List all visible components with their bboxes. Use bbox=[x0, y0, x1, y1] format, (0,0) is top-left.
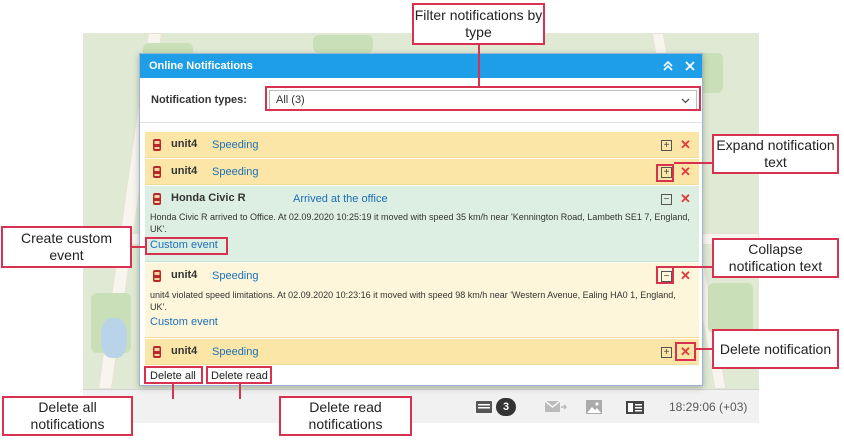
car-icon bbox=[153, 270, 161, 282]
connector-filter bbox=[478, 44, 480, 87]
notification-row[interactable]: unit4 Speeding + ✕ bbox=[145, 159, 699, 185]
callout-delete: Delete notification bbox=[712, 329, 839, 369]
highlight-expand bbox=[656, 164, 674, 182]
expand-icon[interactable]: + bbox=[661, 347, 672, 358]
messages-icon[interactable] bbox=[545, 390, 567, 424]
notifications-icon bbox=[476, 401, 492, 413]
highlight-custom-event bbox=[145, 237, 228, 255]
car-icon bbox=[153, 346, 161, 358]
callout-collapse: Collapse notification text bbox=[712, 238, 839, 278]
expand-icon[interactable]: + bbox=[661, 140, 672, 151]
window-title: Online Notifications bbox=[149, 60, 253, 72]
highlight-delete bbox=[675, 342, 696, 361]
image-icon[interactable] bbox=[586, 390, 602, 424]
notification-unit: unit4 bbox=[171, 269, 198, 281]
callout-custom: Create custom event bbox=[1, 226, 132, 268]
notification-type: Speeding bbox=[212, 139, 259, 151]
notification-unit: unit4 bbox=[171, 345, 198, 357]
callout-delete-read: Delete read notifications bbox=[279, 396, 412, 436]
car-icon bbox=[153, 139, 161, 151]
notification-row[interactable]: Honda Civic R Arrived at the office − ✕ … bbox=[145, 186, 699, 262]
car-icon bbox=[153, 193, 161, 205]
stage: 3 18:29:06 (+03) Online Notifications No… bbox=[0, 0, 844, 440]
callout-delete-all: Delete all notifications bbox=[2, 396, 133, 436]
callout-expand: Expand notification text bbox=[712, 134, 839, 174]
notification-row[interactable]: unit4 Speeding + ✕ bbox=[145, 132, 699, 158]
connector-delete-all bbox=[172, 384, 174, 399]
status-bar: 3 18:29:06 (+03) bbox=[83, 389, 759, 423]
car-icon bbox=[153, 166, 161, 178]
notifications-badge: 3 bbox=[496, 398, 516, 416]
notification-message: Honda Civic R arrived to Office. At 02.0… bbox=[150, 212, 690, 234]
connector-expand bbox=[674, 162, 712, 164]
highlight-filter bbox=[265, 86, 701, 111]
connector-collapse bbox=[674, 266, 712, 268]
highlight-delete-read bbox=[206, 366, 272, 384]
notification-type: Speeding bbox=[212, 166, 259, 178]
notification-unit: unit4 bbox=[171, 165, 198, 177]
callout-filter: Filter notifications by type bbox=[412, 3, 545, 45]
delete-icon[interactable]: ✕ bbox=[680, 269, 691, 282]
layout-icon[interactable] bbox=[626, 390, 644, 424]
notification-unit: unit4 bbox=[171, 138, 198, 150]
delete-icon[interactable]: ✕ bbox=[680, 192, 691, 205]
collapse-icon[interactable]: − bbox=[661, 194, 672, 205]
connector-delete-read bbox=[239, 384, 241, 399]
notification-row[interactable]: unit4 Speeding − ✕ unit4 violated speed … bbox=[145, 263, 699, 338]
delete-icon[interactable]: ✕ bbox=[680, 165, 691, 178]
connector-custom bbox=[131, 246, 145, 248]
notification-row[interactable]: unit4 Speeding + ✕ bbox=[145, 339, 699, 365]
notification-types-label: Notification types: bbox=[151, 94, 247, 106]
notification-type: Speeding bbox=[212, 270, 259, 282]
window-titlebar[interactable]: Online Notifications bbox=[140, 54, 702, 78]
close-icon[interactable] bbox=[680, 54, 700, 78]
double-chevron-up-icon[interactable] bbox=[658, 54, 678, 78]
notification-message: unit4 violated speed limitations. At 02.… bbox=[150, 290, 676, 312]
notification-type: Arrived at the office bbox=[293, 193, 388, 205]
highlight-delete-all bbox=[144, 366, 203, 384]
delete-icon[interactable]: ✕ bbox=[680, 138, 691, 151]
notification-type: Speeding bbox=[212, 346, 259, 358]
custom-event-link[interactable]: Custom event bbox=[150, 316, 218, 328]
connector-delete bbox=[696, 348, 712, 350]
notifications-list: unit4 Speeding + ✕ unit4 Speeding + ✕ Ho… bbox=[145, 132, 699, 365]
notification-unit: Honda Civic R bbox=[171, 192, 246, 204]
highlight-collapse bbox=[656, 266, 674, 284]
notifications-counter[interactable]: 3 bbox=[476, 390, 516, 424]
clock-text: 18:29:06 (+03) bbox=[669, 400, 748, 414]
